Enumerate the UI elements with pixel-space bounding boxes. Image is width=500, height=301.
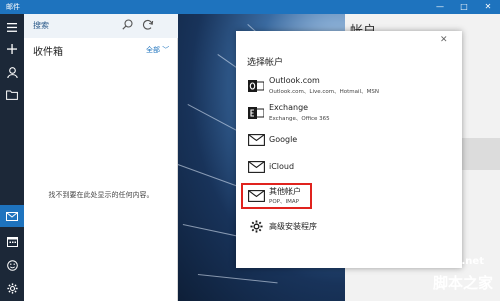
account-option-name: Outlook.com <box>269 76 320 85</box>
hamburger-menu-button[interactable] <box>0 16 24 38</box>
close-button[interactable]: ✕ <box>476 0 500 14</box>
mail-button[interactable] <box>0 205 24 227</box>
hamburger-icon <box>7 22 17 32</box>
account-option-name: 高级安装程序 <box>269 222 317 231</box>
filter-dropdown[interactable]: 全部 ﹀ <box>146 45 169 55</box>
search-input[interactable]: 搜索 <box>33 20 49 31</box>
exchange-icon <box>247 104 265 122</box>
mail-icon <box>247 131 265 149</box>
title-bar: 邮件 — □ ✕ <box>0 0 500 14</box>
nav-rail <box>0 14 24 301</box>
calendar-icon <box>6 236 18 247</box>
watermark-site: 脚本之家 <box>433 274 494 292</box>
search-icon[interactable] <box>122 19 133 30</box>
account-option-google[interactable]: Google <box>247 129 447 155</box>
account-option-name: Google <box>269 135 298 144</box>
account-option-desc: Outlook.com、Live.com、Hotmail、MSN <box>269 89 379 95</box>
plus-icon <box>7 44 17 54</box>
folders-button[interactable] <box>0 84 24 106</box>
account-option-outlook[interactable]: Outlook.com Outlook.com、Live.com、Hotmail… <box>247 75 447 101</box>
account-option-name: iCloud <box>269 162 295 171</box>
mail-icon <box>6 211 18 221</box>
account-option-name: Exchange <box>269 103 309 112</box>
highlight-box <box>241 183 312 209</box>
maximize-button[interactable]: □ <box>452 0 476 14</box>
choose-account-dialog: ✕ 选择帐户 Outlook.com Outlook.com、Live.com、… <box>236 31 462 268</box>
account-option-desc: Exchange、Office 365 <box>269 116 330 122</box>
settings-button[interactable] <box>0 277 24 299</box>
calendar-button[interactable] <box>0 230 24 252</box>
dialog-title: 选择帐户 <box>247 58 284 68</box>
account-option-advanced[interactable]: 高级安装程序 <box>247 215 447 241</box>
new-mail-button[interactable] <box>0 38 24 60</box>
minimize-button[interactable]: — <box>428 0 452 14</box>
empty-list-message: 找不到要在此处显示的任何内容。 <box>48 191 154 199</box>
smiley-icon <box>6 259 18 271</box>
watermark-domain: jb51.net <box>437 256 484 267</box>
accounts-button[interactable] <box>0 61 24 83</box>
folder-icon <box>6 90 18 100</box>
app-title: 邮件 <box>6 3 20 11</box>
account-option-icloud[interactable]: iCloud <box>247 156 447 182</box>
mail-icon <box>247 158 265 176</box>
account-option-exchange[interactable]: Exchange Exchange、Office 365 <box>247 102 447 128</box>
feedback-button[interactable] <box>0 254 24 276</box>
sync-icon[interactable] <box>142 19 154 31</box>
gear-icon <box>6 282 18 294</box>
gear-icon <box>247 217 265 235</box>
message-list-pane: 搜索 收件箱 全部 ﹀ 找不到要在此处显示的任何内容。 <box>24 14 178 301</box>
folder-title: 收件箱 <box>33 47 63 58</box>
person-icon <box>6 66 18 78</box>
search-bar: 搜索 <box>24 14 178 38</box>
dialog-close-button[interactable]: ✕ <box>440 35 448 45</box>
outlook-icon <box>247 77 265 95</box>
